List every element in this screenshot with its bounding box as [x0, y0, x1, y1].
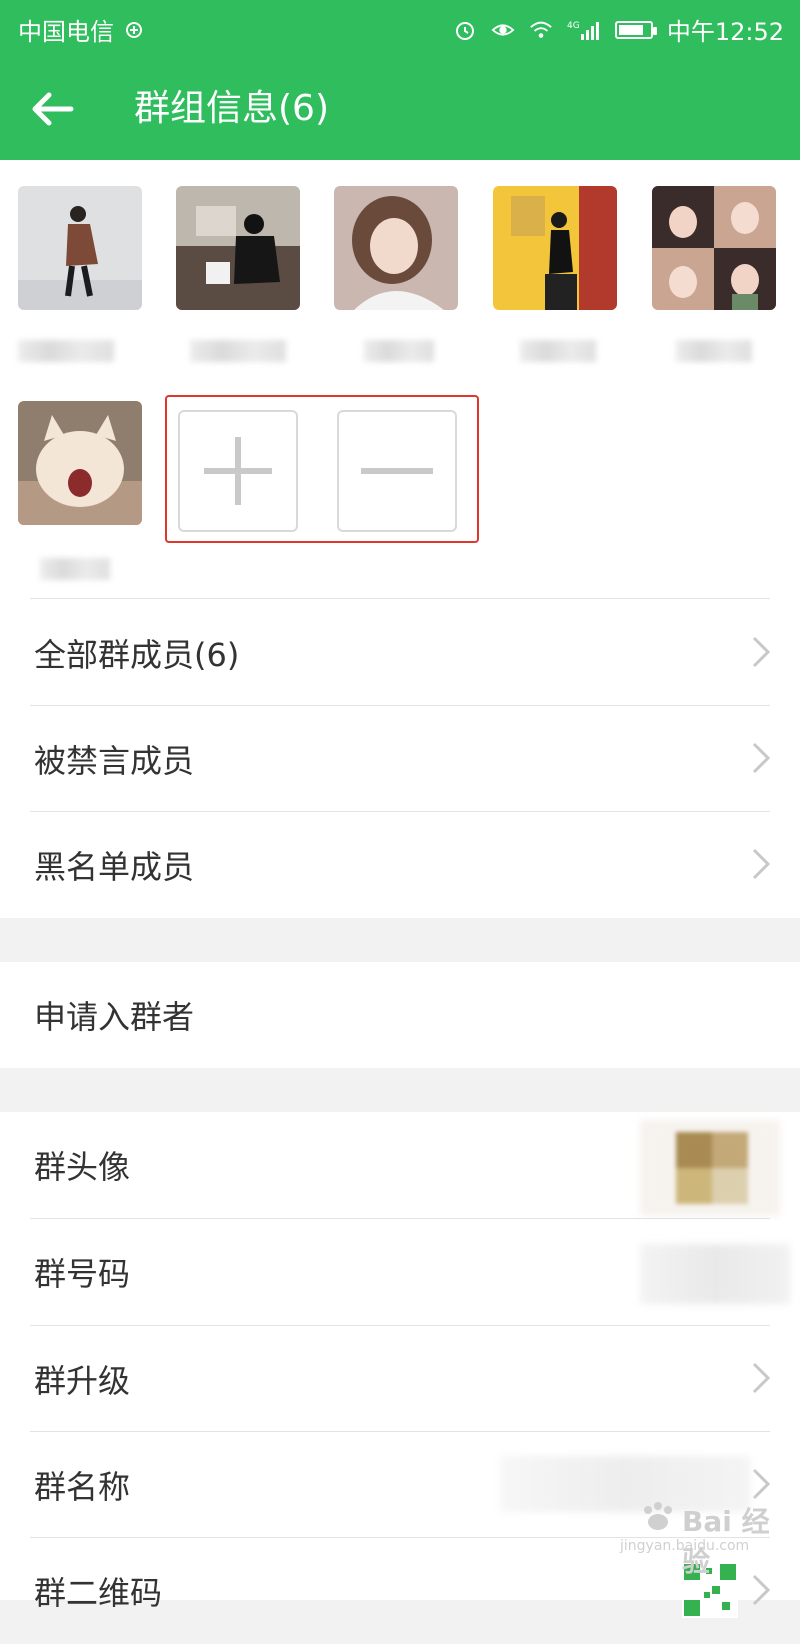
row-group-upgrade[interactable]: 群升级	[0, 1326, 800, 1432]
paw-icon	[644, 1502, 672, 1530]
member-name-3	[364, 340, 434, 362]
member-avatar-5[interactable]	[652, 186, 776, 310]
row-label: 全部群成员(6)	[34, 636, 240, 674]
row-blacklist-members[interactable]: 黑名单成员	[0, 812, 800, 918]
chevron-right-icon	[752, 848, 770, 880]
app-bar: 群组信息(6)	[0, 56, 800, 160]
group-avatar-thumb	[676, 1132, 748, 1204]
back-arrow-icon[interactable]	[26, 82, 80, 136]
section-gap	[0, 1068, 800, 1112]
clock: 中午12:52	[666, 18, 784, 46]
signal-icon: 4G	[567, 18, 601, 42]
member-avatar-1[interactable]	[18, 186, 142, 310]
row-label: 申请入群者	[34, 998, 195, 1036]
watermark: Bai 经验 jingyan.baidu.com	[620, 1500, 770, 1578]
row-label: 群号码	[34, 1255, 131, 1293]
section-gap	[0, 918, 800, 962]
chevron-right-icon	[752, 1468, 770, 1500]
watermark-subtext: jingyan.baidu.com	[620, 1538, 750, 1554]
chevron-right-icon	[752, 742, 770, 774]
battery-icon	[614, 20, 657, 39]
wifi-icon	[529, 18, 553, 42]
member-name-5	[676, 340, 752, 362]
status-bar: 中国电信 4G 中午12:52	[0, 0, 800, 56]
member-avatar-2[interactable]	[176, 186, 300, 310]
page-title: 群组信息(6)	[134, 88, 329, 129]
chevron-right-icon	[752, 636, 770, 668]
eye-icon	[491, 18, 515, 42]
row-join-requests[interactable]: 申请入群者	[0, 962, 800, 1068]
member-name-4	[520, 340, 596, 362]
carrier-label: 中国电信	[18, 18, 114, 46]
member-avatar-4[interactable]	[493, 186, 617, 310]
row-label: 群名称	[34, 1468, 131, 1506]
row-all-members[interactable]: 全部群成员(6)	[0, 600, 800, 706]
member-name-2	[190, 340, 286, 362]
member-avatar-6[interactable]	[18, 401, 142, 525]
group-number-value	[640, 1244, 790, 1304]
row-label: 群头像	[34, 1148, 131, 1186]
member-avatar-3[interactable]	[334, 186, 458, 310]
signal-badge-icon	[122, 18, 146, 42]
svg-text:4G: 4G	[567, 21, 580, 31]
member-name-1	[18, 340, 114, 362]
member-name-6	[40, 558, 110, 580]
row-label: 群二维码	[34, 1574, 163, 1612]
chevron-right-icon	[752, 1362, 770, 1394]
alarm-icon	[453, 18, 477, 42]
row-muted-members[interactable]: 被禁言成员	[0, 706, 800, 812]
divider	[30, 598, 770, 599]
row-label: 黑名单成员	[34, 848, 195, 886]
row-label: 群升级	[34, 1362, 131, 1400]
highlight-box	[165, 395, 479, 543]
row-label: 被禁言成员	[34, 742, 195, 780]
